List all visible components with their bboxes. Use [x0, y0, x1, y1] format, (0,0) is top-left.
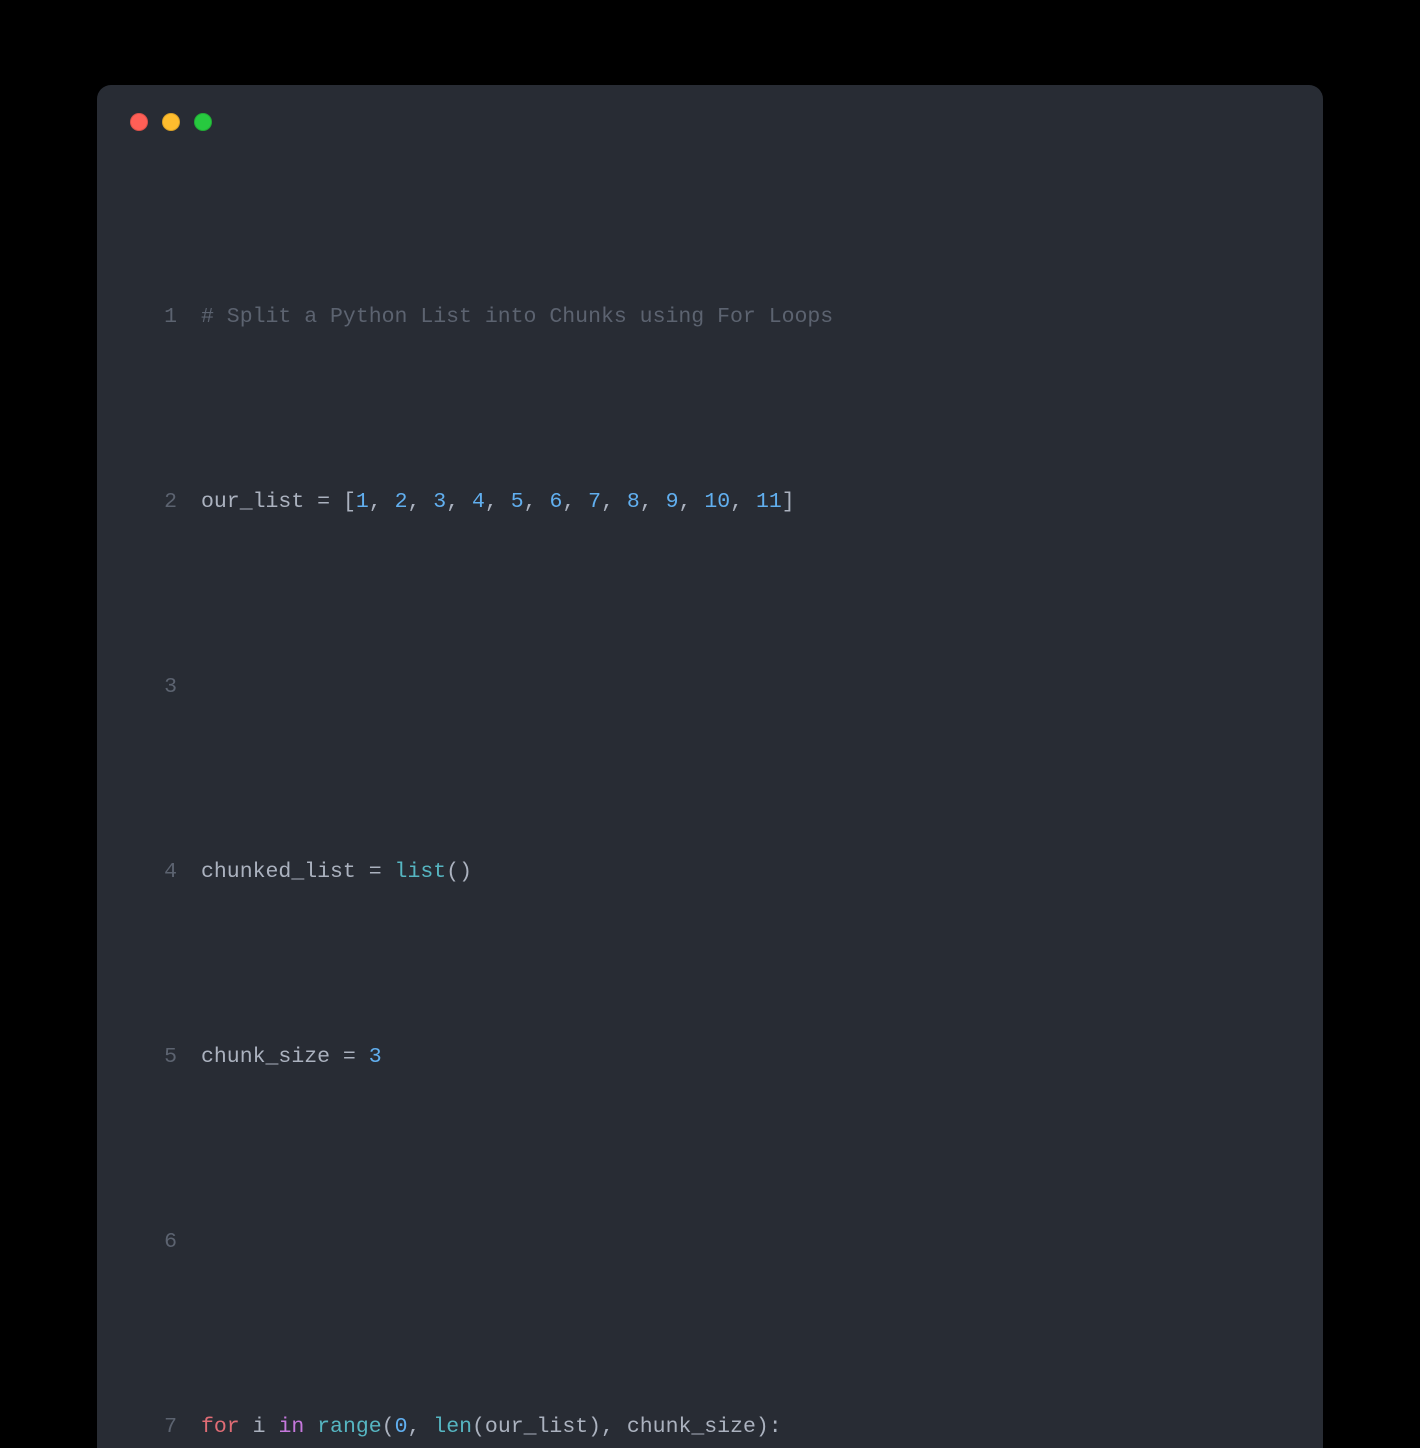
- number: 7: [588, 490, 601, 514]
- code-source: chunk_size = 3: [201, 1039, 1299, 1076]
- line-number: 2: [121, 484, 201, 521]
- code-listing: 1 # Split a Python List into Chunks usin…: [121, 151, 1299, 1448]
- code-source: [201, 1224, 1299, 1261]
- number: 2: [395, 490, 408, 514]
- comma: ,: [730, 490, 756, 514]
- number: 3: [369, 1045, 382, 1069]
- code-line: 7 for i in range(0, len(our_list), chunk…: [121, 1409, 1299, 1446]
- paren-close: ): [459, 860, 472, 884]
- comment: # Split a Python List into Chunks using …: [201, 305, 833, 329]
- line-number: 5: [121, 1039, 201, 1076]
- comma: ,: [601, 1415, 627, 1439]
- line-number: 7: [121, 1409, 201, 1446]
- number: 5: [511, 490, 524, 514]
- code-source: [201, 669, 1299, 706]
- number: 10: [704, 490, 730, 514]
- line-number: 6: [121, 1224, 201, 1261]
- code-source: for i in range(0, len(our_list), chunk_s…: [201, 1409, 1299, 1446]
- code-window: 1 # Split a Python List into Chunks usin…: [97, 85, 1323, 1448]
- comma: ,: [485, 490, 511, 514]
- identifier: chunk_size: [627, 1415, 756, 1439]
- operator: =: [330, 1045, 369, 1069]
- code-line: 5 chunk_size = 3: [121, 1039, 1299, 1076]
- operator: =: [356, 860, 395, 884]
- comma: ,: [524, 490, 550, 514]
- line-number: 3: [121, 669, 201, 706]
- zoom-icon[interactable]: [194, 113, 212, 131]
- builtin: len: [433, 1415, 472, 1439]
- paren-open: (: [446, 860, 459, 884]
- identifier: i: [253, 1415, 266, 1439]
- code-source: # Split a Python List into Chunks using …: [201, 299, 1299, 336]
- code-source: our_list = [1, 2, 3, 4, 5, 6, 7, 8, 9, 1…: [201, 484, 1299, 521]
- line-number: 4: [121, 854, 201, 891]
- code-line: 1 # Split a Python List into Chunks usin…: [121, 299, 1299, 336]
- code-line: 6: [121, 1224, 1299, 1261]
- paren-close-colon: ):: [756, 1415, 782, 1439]
- space: [240, 1415, 253, 1439]
- comma: ,: [407, 490, 433, 514]
- close-icon[interactable]: [130, 113, 148, 131]
- identifier: our_list: [201, 490, 304, 514]
- comma: ,: [446, 490, 472, 514]
- builtin: list: [395, 860, 447, 884]
- number: 4: [472, 490, 485, 514]
- code-line: 2 our_list = [1, 2, 3, 4, 5, 6, 7, 8, 9,…: [121, 484, 1299, 521]
- paren-open: (: [382, 1415, 395, 1439]
- space: [266, 1415, 279, 1439]
- comma: ,: [601, 490, 627, 514]
- space: [304, 1415, 317, 1439]
- number: 6: [549, 490, 562, 514]
- paren-open: (: [472, 1415, 485, 1439]
- code-line: 3: [121, 669, 1299, 706]
- window-controls: [121, 113, 1299, 151]
- comma: ,: [679, 490, 705, 514]
- number: 8: [627, 490, 640, 514]
- identifier: chunked_list: [201, 860, 356, 884]
- number: 9: [666, 490, 679, 514]
- paren-close: ): [588, 1415, 601, 1439]
- operator: =: [304, 490, 343, 514]
- number: 11: [756, 490, 782, 514]
- code-source: chunked_list = list(): [201, 854, 1299, 891]
- comma: ,: [562, 490, 588, 514]
- minimize-icon[interactable]: [162, 113, 180, 131]
- identifier: our_list: [485, 1415, 588, 1439]
- bracket-open: [: [343, 490, 356, 514]
- bracket-close: ]: [782, 490, 795, 514]
- comma: ,: [369, 490, 395, 514]
- number: 1: [356, 490, 369, 514]
- number: 0: [395, 1415, 408, 1439]
- number: 3: [433, 490, 446, 514]
- line-number: 1: [121, 299, 201, 336]
- comma: ,: [640, 490, 666, 514]
- keyword: in: [278, 1415, 304, 1439]
- code-line: 4 chunked_list = list(): [121, 854, 1299, 891]
- builtin: range: [317, 1415, 382, 1439]
- comma: ,: [407, 1415, 433, 1439]
- keyword: for: [201, 1415, 240, 1439]
- identifier: chunk_size: [201, 1045, 330, 1069]
